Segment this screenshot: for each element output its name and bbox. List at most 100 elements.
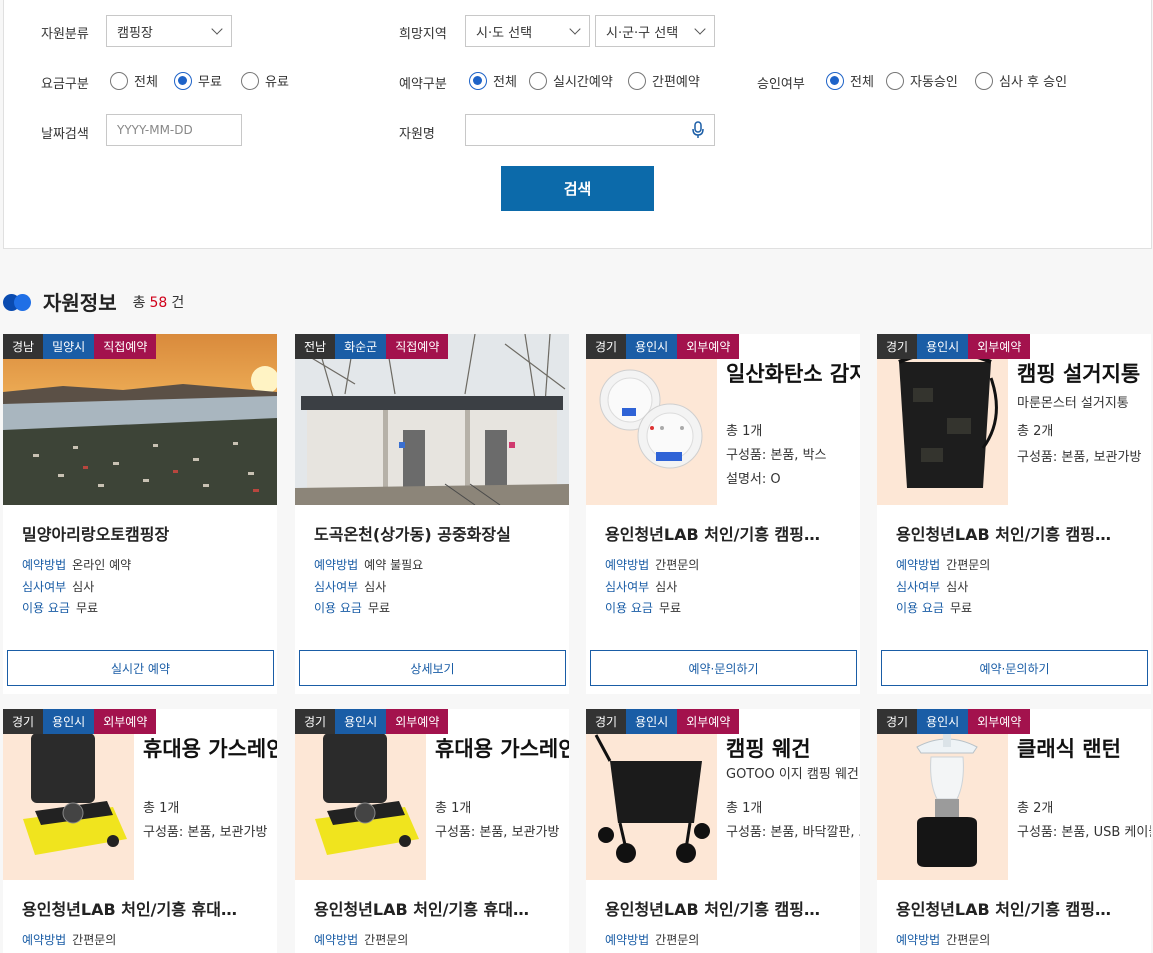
resource-name-input[interactable]	[465, 114, 715, 146]
card-method: 예약방법 예약 불필요	[314, 558, 424, 572]
card-tags: 경기 용인시 외부예약	[877, 334, 1031, 359]
card-title[interactable]: 용인청년LAB 처인/기흥 캠핑…	[605, 521, 845, 545]
radio-circle[interactable]	[975, 71, 993, 90]
reserve-type-label: 예약구분	[399, 77, 447, 92]
date-input[interactable]: YYYY-MM-DD	[106, 114, 242, 146]
card-fee: 이용 요금 무료	[605, 601, 682, 615]
region-label: 희망지역	[399, 27, 447, 42]
search-panel: 자원분류 캠핑장 희망지역 시·도 선택 시·군·구 선택 요금구분 전체 무료…	[3, 0, 1152, 249]
sido-select[interactable]: 시·도 선택	[465, 15, 590, 47]
sido-value: 시·도 선택	[476, 25, 533, 41]
radio-circle[interactable]	[469, 71, 487, 90]
radio-circle[interactable]	[110, 71, 128, 90]
radio-circle[interactable]	[174, 71, 192, 90]
section-title: 자원정보	[43, 291, 117, 315]
card-action-button[interactable]: 예약·문의하기	[590, 650, 857, 686]
region-tag: 경기	[877, 709, 918, 734]
approval-radio-review[interactable]: 심사 후 승인	[975, 71, 1067, 90]
poster-line: 설명서: O	[726, 472, 781, 487]
radio-circle[interactable]	[628, 71, 646, 90]
resource-card[interactable]: 휴대용 가스레인지 총 1개 구성품: 본품, 보관가방 경기 용인시 외부예약…	[3, 709, 277, 953]
card-title[interactable]: 용인청년LAB 처인/기흥 캠핑…	[605, 896, 845, 920]
resource-card[interactable]: 전남 화순군 직접예약 도곡온천(상가동) 공중화장실 예약방법 예약 불필요 심…	[295, 334, 569, 694]
product-poster: 일산화탄소 감지기 총 1개 구성품: 본품, 박스 설명서: O	[586, 334, 860, 505]
card-action-button[interactable]: 예약·문의하기	[881, 650, 1148, 686]
reserve-type-tag: 외부예약	[677, 709, 740, 734]
poster-line: 구성품: 본품, 보관가방	[435, 825, 560, 840]
card-title[interactable]: 용인청년LAB 처인/기흥 휴대…	[314, 896, 554, 920]
radio-circle[interactable]	[826, 71, 844, 90]
search-button[interactable]: 검색	[501, 166, 654, 211]
card-method: 예약방법 온라인 예약	[22, 558, 132, 572]
fee-radio-free[interactable]: 무료	[174, 71, 222, 90]
resource-type-select[interactable]: 캠핑장	[106, 15, 232, 47]
reserve-radio-realtime[interactable]: 실시간예약	[529, 71, 613, 90]
card-thumbnail: 캠핑 웨건 GOTOO 이지 캠핑 웨건 총 1개 구성품: 본품, 바닥깔판,…	[586, 709, 860, 880]
card-title[interactable]: 용인청년LAB 처인/기흥 캠핑…	[896, 896, 1136, 920]
city-tag: 밀양시	[43, 334, 95, 359]
co-detector-image	[599, 369, 703, 469]
fee-radio-paid[interactable]: 유료	[241, 71, 289, 90]
resource-card[interactable]: 클래식 랜턴 총 2개 구성품: 본품, USB 케이블 경기 용인시 외부예약…	[877, 709, 1151, 953]
card-thumbnail: 클래식 랜턴 총 2개 구성품: 본품, USB 케이블 경기 용인시 외부예약	[877, 709, 1151, 880]
card-title[interactable]: 용인청년LAB 처인/기흥 휴대…	[22, 896, 262, 920]
radio-circle[interactable]	[241, 71, 259, 90]
poster-title: 휴대용 가스레인지	[143, 737, 277, 761]
chevron-down-icon	[694, 22, 706, 35]
reserve-radio-all[interactable]: 전체	[469, 71, 517, 90]
poster-line: 구성품: 본품, 보관가방	[143, 825, 268, 840]
lantern-image	[916, 727, 978, 867]
resource-type-value: 캠핑장	[117, 25, 153, 41]
card-review: 심사여부 심사	[605, 580, 678, 594]
poster-line: GOTOO 이지 캠핑 웨건	[726, 767, 859, 782]
poster-line: 구성품: 본품, 바닥깔판, 보관가방	[726, 825, 860, 840]
radio-circle[interactable]	[886, 71, 904, 90]
card-thumbnail: 휴대용 가스레인지 총 1개 구성품: 본품, 보관가방 경기 용인시 외부예약	[295, 709, 569, 880]
card-method: 예약방법 간편문의	[22, 933, 117, 947]
card-method: 예약방법 간편문의	[314, 933, 409, 947]
reserve-radio-simple[interactable]: 간편예약	[628, 71, 700, 90]
sigungu-select[interactable]: 시·군·구 선택	[595, 15, 715, 47]
approval-radio-auto[interactable]: 자동승인	[886, 71, 958, 90]
region-tag: 경기	[877, 334, 918, 359]
poster-title: 캠핑 설거지통	[1017, 362, 1141, 386]
resource-card[interactable]: 경남 밀양시 직접예약 밀양아리랑오토캠핑장 예약방법 온라인 예약 심사여부 심사…	[3, 334, 277, 694]
camping-wagon-image	[594, 734, 710, 863]
poster-line: 총 1개	[435, 801, 472, 816]
card-title[interactable]: 용인청년LAB 처인/기흥 캠핑…	[896, 521, 1136, 545]
card-action-button[interactable]: 실시간 예약	[7, 650, 274, 686]
resource-type-label: 자원분류	[41, 27, 89, 42]
card-title[interactable]: 밀양아리랑오토캠핑장	[22, 521, 262, 545]
approval-radio-all[interactable]: 전체	[826, 71, 874, 90]
date-label: 날짜검색	[41, 127, 89, 142]
reserve-type-tag: 직접예약	[94, 334, 157, 359]
gas-stove-image	[315, 727, 419, 855]
region-tag: 경기	[3, 709, 44, 734]
radio-circle[interactable]	[529, 71, 547, 90]
sigungu-value: 시·군·구 선택	[606, 25, 679, 41]
product-poster: 클래식 랜턴 총 2개 구성품: 본품, USB 케이블	[877, 709, 1151, 880]
product-poster: 캠핑 웨건 GOTOO 이지 캠핑 웨건 총 1개 구성품: 본품, 바닥깔판,…	[586, 709, 860, 880]
microphone-icon[interactable]	[692, 121, 704, 139]
card-fee: 이용 요금 무료	[22, 601, 99, 615]
card-action-button[interactable]: 상세보기	[299, 650, 566, 686]
poster-line: 구성품: 본품, 보관가방	[1017, 450, 1142, 465]
card-review: 심사여부 심사	[896, 580, 969, 594]
resource-card[interactable]: 휴대용 가스레인지 총 1개 구성품: 본품, 보관가방 경기 용인시 외부예약…	[295, 709, 569, 953]
poster-line: 구성품: 본품, USB 케이블	[1017, 825, 1151, 840]
resource-card[interactable]: 캠핑 웨건 GOTOO 이지 캠핑 웨건 총 1개 구성품: 본품, 바닥깔판,…	[586, 709, 860, 953]
fee-radio-all[interactable]: 전체	[110, 71, 158, 90]
resource-name-label: 자원명	[399, 127, 435, 142]
resource-card[interactable]: 캠핑 설거지통 마룬몬스터 설거지통 총 2개 구성품: 본품, 보관가방 경기…	[877, 334, 1151, 694]
resource-card[interactable]: 일산화탄소 감지기 총 1개 구성품: 본품, 박스 설명서: O 경기 용인시…	[586, 334, 860, 694]
poster-line: 총 1개	[726, 801, 763, 816]
card-thumbnail: 전남 화순군 직접예약	[295, 334, 569, 505]
poster-line: 총 2개	[1017, 801, 1054, 816]
dish-bucket-image	[898, 350, 998, 488]
city-tag: 화순군	[335, 334, 387, 359]
card-tags: 전남 화순군 직접예약	[295, 334, 449, 359]
date-placeholder: YYYY-MM-DD	[117, 123, 193, 137]
card-thumbnail: 캠핑 설거지통 마룬몬스터 설거지통 총 2개 구성품: 본품, 보관가방 경기…	[877, 334, 1151, 505]
card-title[interactable]: 도곡온천(상가동) 공중화장실	[314, 521, 554, 545]
city-tag: 용인시	[917, 334, 969, 359]
